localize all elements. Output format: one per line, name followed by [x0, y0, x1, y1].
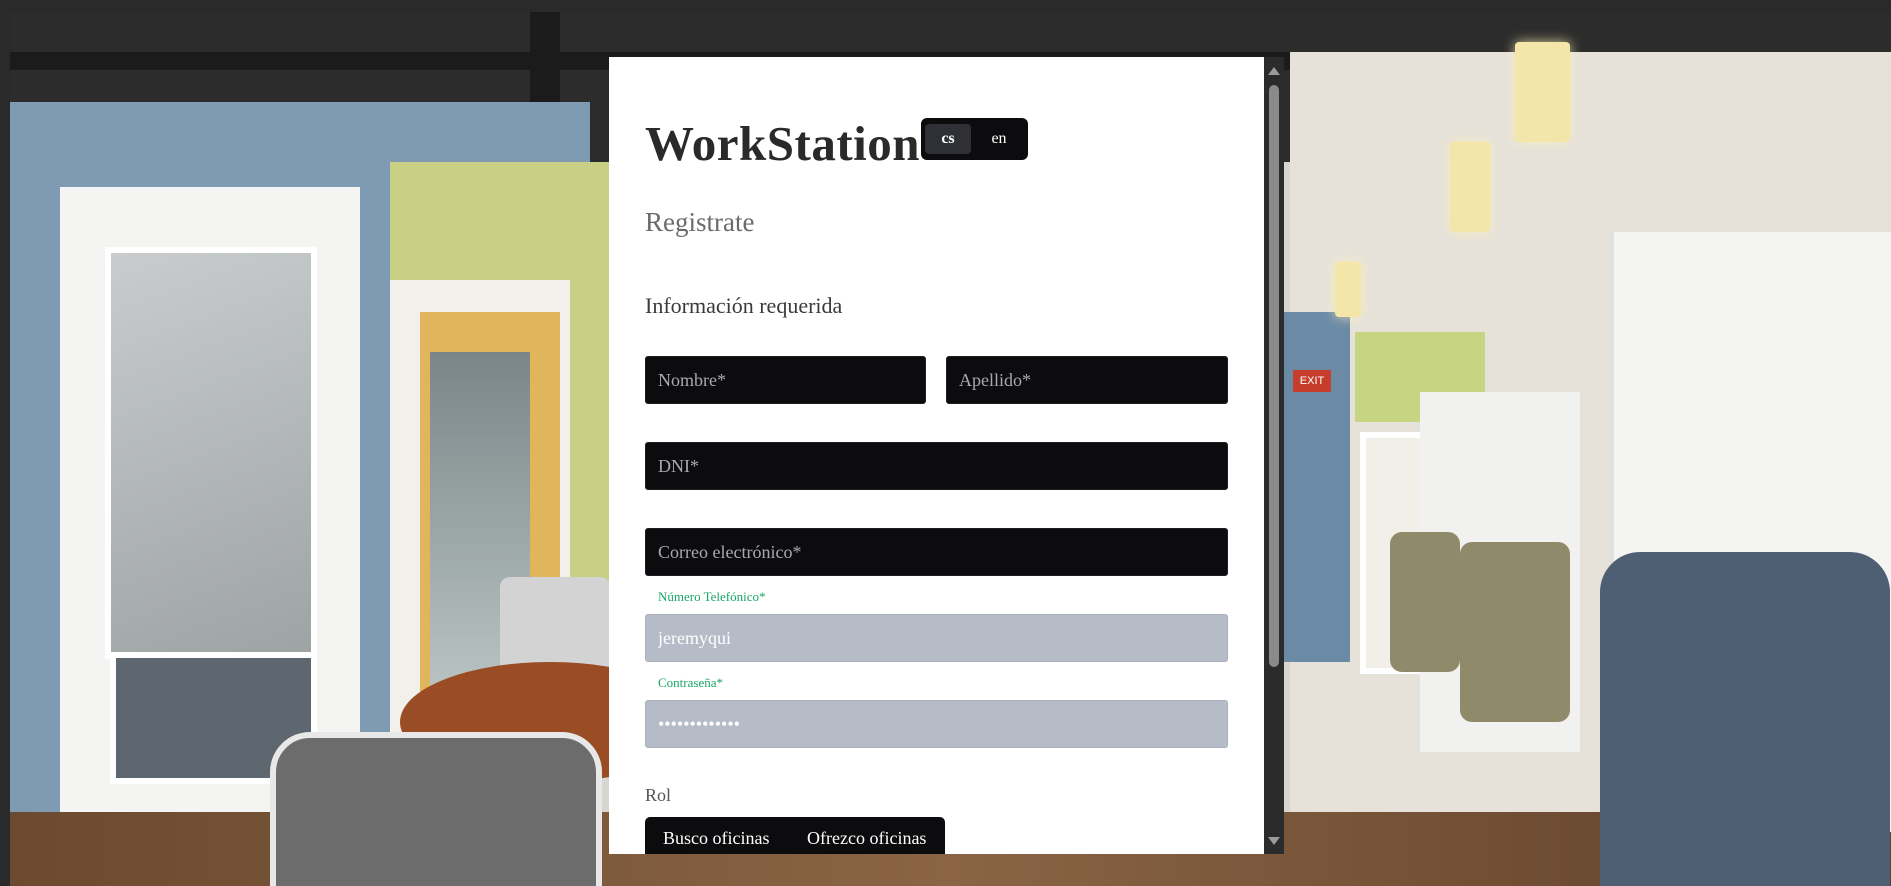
role-option-seek-offices[interactable]: Busco oficinas — [663, 823, 769, 853]
role-label: Rol — [645, 785, 672, 805]
phone-field — [645, 614, 1228, 662]
page-subtitle: Registrate — [645, 207, 755, 237]
phone-input[interactable] — [646, 615, 1227, 661]
registration-panel: WorkStation cs en Registrate Información… — [609, 57, 1284, 854]
last-name-input[interactable] — [947, 357, 1227, 403]
bar-stool — [1460, 542, 1570, 722]
dni-field — [645, 442, 1228, 490]
password-input[interactable] — [646, 701, 1227, 747]
phone-label: Número Telefónico* — [658, 589, 766, 604]
first-name-input[interactable] — [646, 357, 925, 403]
password-field — [645, 700, 1228, 748]
dni-input[interactable] — [646, 443, 1227, 489]
section-title: Información requerida — [645, 293, 843, 318]
lang-option-en[interactable]: en — [976, 124, 1022, 154]
role-selector: Busco oficinas Ofrezco oficinas — [645, 817, 945, 854]
password-label: Contraseña* — [658, 675, 723, 690]
email-field — [645, 528, 1228, 576]
brand-title: WorkStation — [645, 116, 921, 171]
lang-option-cs[interactable]: cs — [925, 124, 971, 154]
chair — [270, 732, 602, 886]
pendant-lamp — [1450, 142, 1490, 232]
scroll-up-arrow-icon[interactable] — [1268, 67, 1280, 75]
pendant-lamp — [1515, 42, 1570, 142]
pendant-lamp — [1335, 262, 1361, 317]
blue-wall-right — [1280, 312, 1350, 662]
language-switch: cs en — [921, 118, 1028, 160]
last-name-field — [946, 356, 1228, 404]
first-name-field — [645, 356, 926, 404]
exit-sign: EXIT — [1293, 370, 1331, 392]
scroll-down-arrow-icon[interactable] — [1268, 837, 1280, 845]
bar-stool — [1390, 532, 1460, 672]
email-input[interactable] — [646, 529, 1227, 575]
window-glass — [105, 247, 317, 659]
scroll-thumb[interactable] — [1269, 85, 1279, 667]
chair — [1600, 552, 1890, 886]
role-option-offer-offices[interactable]: Ofrezco oficinas — [807, 823, 926, 853]
panel-scrollbar[interactable] — [1264, 57, 1284, 854]
